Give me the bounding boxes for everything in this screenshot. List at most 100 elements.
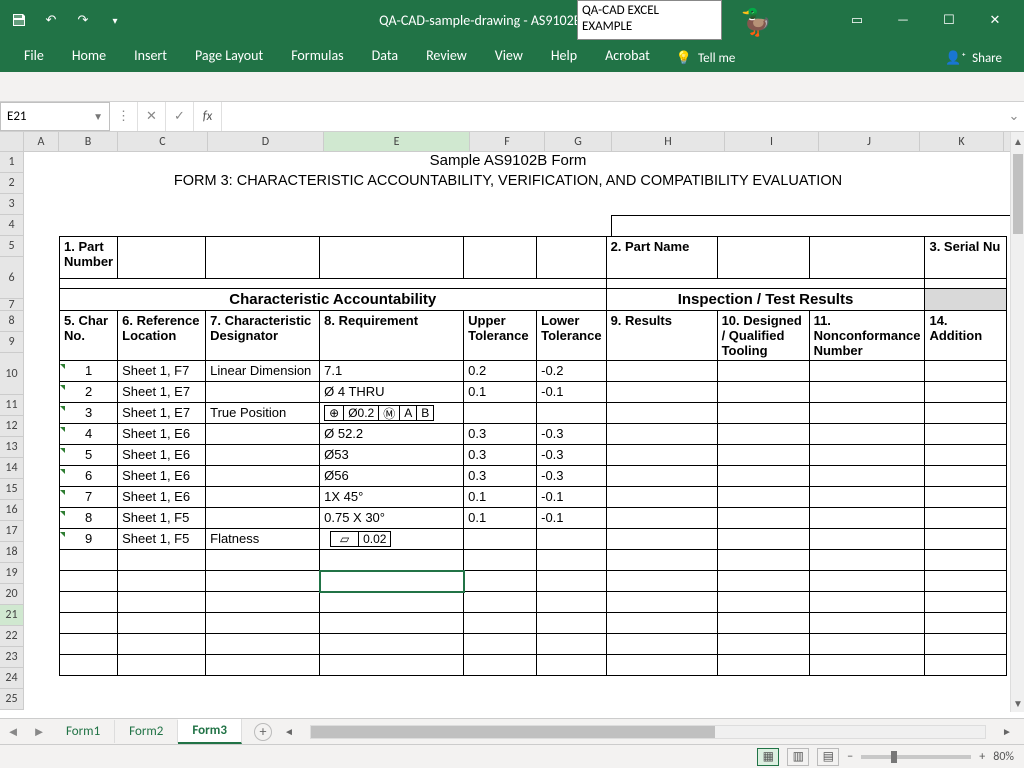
scroll-right-icon[interactable]: ►	[1000, 725, 1014, 738]
zoom-slider[interactable]	[861, 755, 971, 759]
row-hdr[interactable]: 22	[0, 626, 24, 647]
col-hdr[interactable]: D	[208, 132, 324, 151]
hscroll-thumb[interactable]	[311, 726, 715, 738]
cell-addition[interactable]	[925, 361, 1007, 382]
cell-results[interactable]	[606, 466, 717, 487]
col-hdr[interactable]: B	[59, 132, 118, 151]
cell-lower-tol[interactable]: -0.3	[537, 445, 606, 466]
row-hdr[interactable]: 16	[0, 500, 24, 521]
cell-designator[interactable]	[206, 487, 320, 508]
row-hdr[interactable]: 12	[0, 416, 24, 437]
expand-formula-icon[interactable]: ⌄	[1004, 109, 1024, 124]
cell-nc[interactable]	[809, 424, 925, 445]
cell-addition[interactable]	[925, 529, 1007, 550]
cell-ref-loc[interactable]: Sheet 1, E6	[118, 466, 206, 487]
tab-page-layout[interactable]: Page Layout	[181, 41, 277, 72]
selected-cell-e21[interactable]	[320, 571, 464, 592]
row-hdr[interactable]: 4	[0, 215, 24, 236]
cell-tooling[interactable]	[717, 508, 809, 529]
cell-requirement[interactable]: 1X 45°	[320, 487, 464, 508]
cell-requirement[interactable]: Ø56	[320, 466, 464, 487]
tab-data[interactable]: Data	[358, 41, 412, 72]
cell-lower-tol[interactable]	[537, 529, 606, 550]
cell-requirement[interactable]: 7.1	[320, 361, 464, 382]
cell-addition[interactable]	[925, 403, 1007, 424]
col-hdr[interactable]: F	[470, 132, 545, 151]
ribbon-display-icon[interactable]: ▭	[834, 5, 880, 35]
fx-icon[interactable]: fx	[194, 102, 222, 131]
tab-help[interactable]: Help	[537, 41, 591, 72]
row-hdr[interactable]: 8	[0, 311, 24, 332]
zoom-thumb[interactable]	[891, 751, 897, 763]
cell-tooling[interactable]	[717, 529, 809, 550]
cell-requirement[interactable]: Ø 52.2	[320, 424, 464, 445]
cell-addition[interactable]	[925, 382, 1007, 403]
row-hdr[interactable]: 9	[0, 332, 24, 353]
cell-requirement[interactable]: Ø53	[320, 445, 464, 466]
tab-insert[interactable]: Insert	[120, 41, 181, 72]
cell-addition[interactable]	[925, 508, 1007, 529]
row-hdr[interactable]: 18	[0, 542, 24, 563]
row-hdr[interactable]: 7	[0, 299, 24, 311]
chevron-down-icon[interactable]: ▼	[93, 110, 103, 123]
cell-lower-tol[interactable]	[537, 403, 606, 424]
row-hdr[interactable]: 2	[0, 173, 24, 194]
close-icon[interactable]: ✕	[972, 5, 1018, 35]
cell-char-no[interactable]: 3	[60, 403, 118, 424]
blank-cell[interactable]	[464, 237, 537, 279]
scroll-left-icon[interactable]: ◄	[282, 725, 296, 738]
row-hdr[interactable]: 6	[0, 257, 24, 299]
sheet-tab-form1[interactable]: Form1	[52, 720, 115, 743]
cell-ref-loc[interactable]: Sheet 1, E6	[118, 487, 206, 508]
cell-upper-tol[interactable]: 0.1	[464, 382, 537, 403]
cell-ref-loc[interactable]: Sheet 1, E7	[118, 382, 206, 403]
row-hdr[interactable]: 20	[0, 584, 24, 605]
save-icon[interactable]	[6, 7, 32, 33]
name-box[interactable]: E21 ▼	[0, 102, 110, 131]
cell-requirement[interactable]: ⊕Ø0.2ⓂAB	[320, 403, 464, 424]
cell-results[interactable]	[606, 508, 717, 529]
cell-designator[interactable]	[206, 445, 320, 466]
tab-view[interactable]: View	[481, 41, 537, 72]
zoom-level[interactable]: 80%	[993, 750, 1014, 764]
blank-cell[interactable]	[537, 237, 606, 279]
cell-char-no[interactable]: 8	[60, 508, 118, 529]
col-hdr[interactable]: C	[118, 132, 208, 151]
cell-upper-tol[interactable]	[464, 529, 537, 550]
cell-requirement[interactable]: ▱0.02	[320, 529, 464, 550]
col-hdr[interactable]: H	[612, 132, 725, 151]
formula-input[interactable]	[222, 102, 1004, 131]
col-hdr[interactable]: J	[819, 132, 920, 151]
cell-tooling[interactable]	[717, 466, 809, 487]
share-button[interactable]: 👤⁺ Share	[933, 45, 1014, 72]
cell-lower-tol[interactable]: -0.1	[537, 508, 606, 529]
cell-nc[interactable]	[809, 466, 925, 487]
add-sheet-icon[interactable]: +	[254, 723, 272, 741]
row-hdr[interactable]: 13	[0, 437, 24, 458]
cell-char-no[interactable]: 6	[60, 466, 118, 487]
row-hdr[interactable]: 14	[0, 458, 24, 479]
cell-upper-tol[interactable]: 0.3	[464, 445, 537, 466]
cell-designator[interactable]: True Position	[206, 403, 320, 424]
cell-lower-tol[interactable]: -0.2	[537, 361, 606, 382]
cell-ref-loc[interactable]: Sheet 1, F5	[118, 529, 206, 550]
cell-designator[interactable]: Linear Dimension	[206, 361, 320, 382]
cell-results[interactable]	[606, 403, 717, 424]
cell-lower-tol[interactable]: -0.3	[537, 466, 606, 487]
zoom-out-icon[interactable]: −	[847, 750, 853, 764]
cell-designator[interactable]	[206, 382, 320, 403]
undo-icon[interactable]: ↶	[38, 7, 64, 33]
row-hdr[interactable]: 23	[0, 647, 24, 668]
view-normal-icon[interactable]: ▦	[757, 748, 779, 766]
tab-review[interactable]: Review	[412, 41, 481, 72]
cell-results[interactable]	[606, 424, 717, 445]
cell-nc[interactable]	[809, 529, 925, 550]
minimize-icon[interactable]: —	[880, 5, 926, 35]
row-hdr[interactable]: 11	[0, 395, 24, 416]
col-hdr[interactable]: G	[545, 132, 612, 151]
cell-designator[interactable]	[206, 508, 320, 529]
cell-ref-loc[interactable]: Sheet 1, E6	[118, 445, 206, 466]
tab-home[interactable]: Home	[58, 41, 120, 72]
cell-designator[interactable]	[206, 466, 320, 487]
cell-char-no[interactable]: 9	[60, 529, 118, 550]
